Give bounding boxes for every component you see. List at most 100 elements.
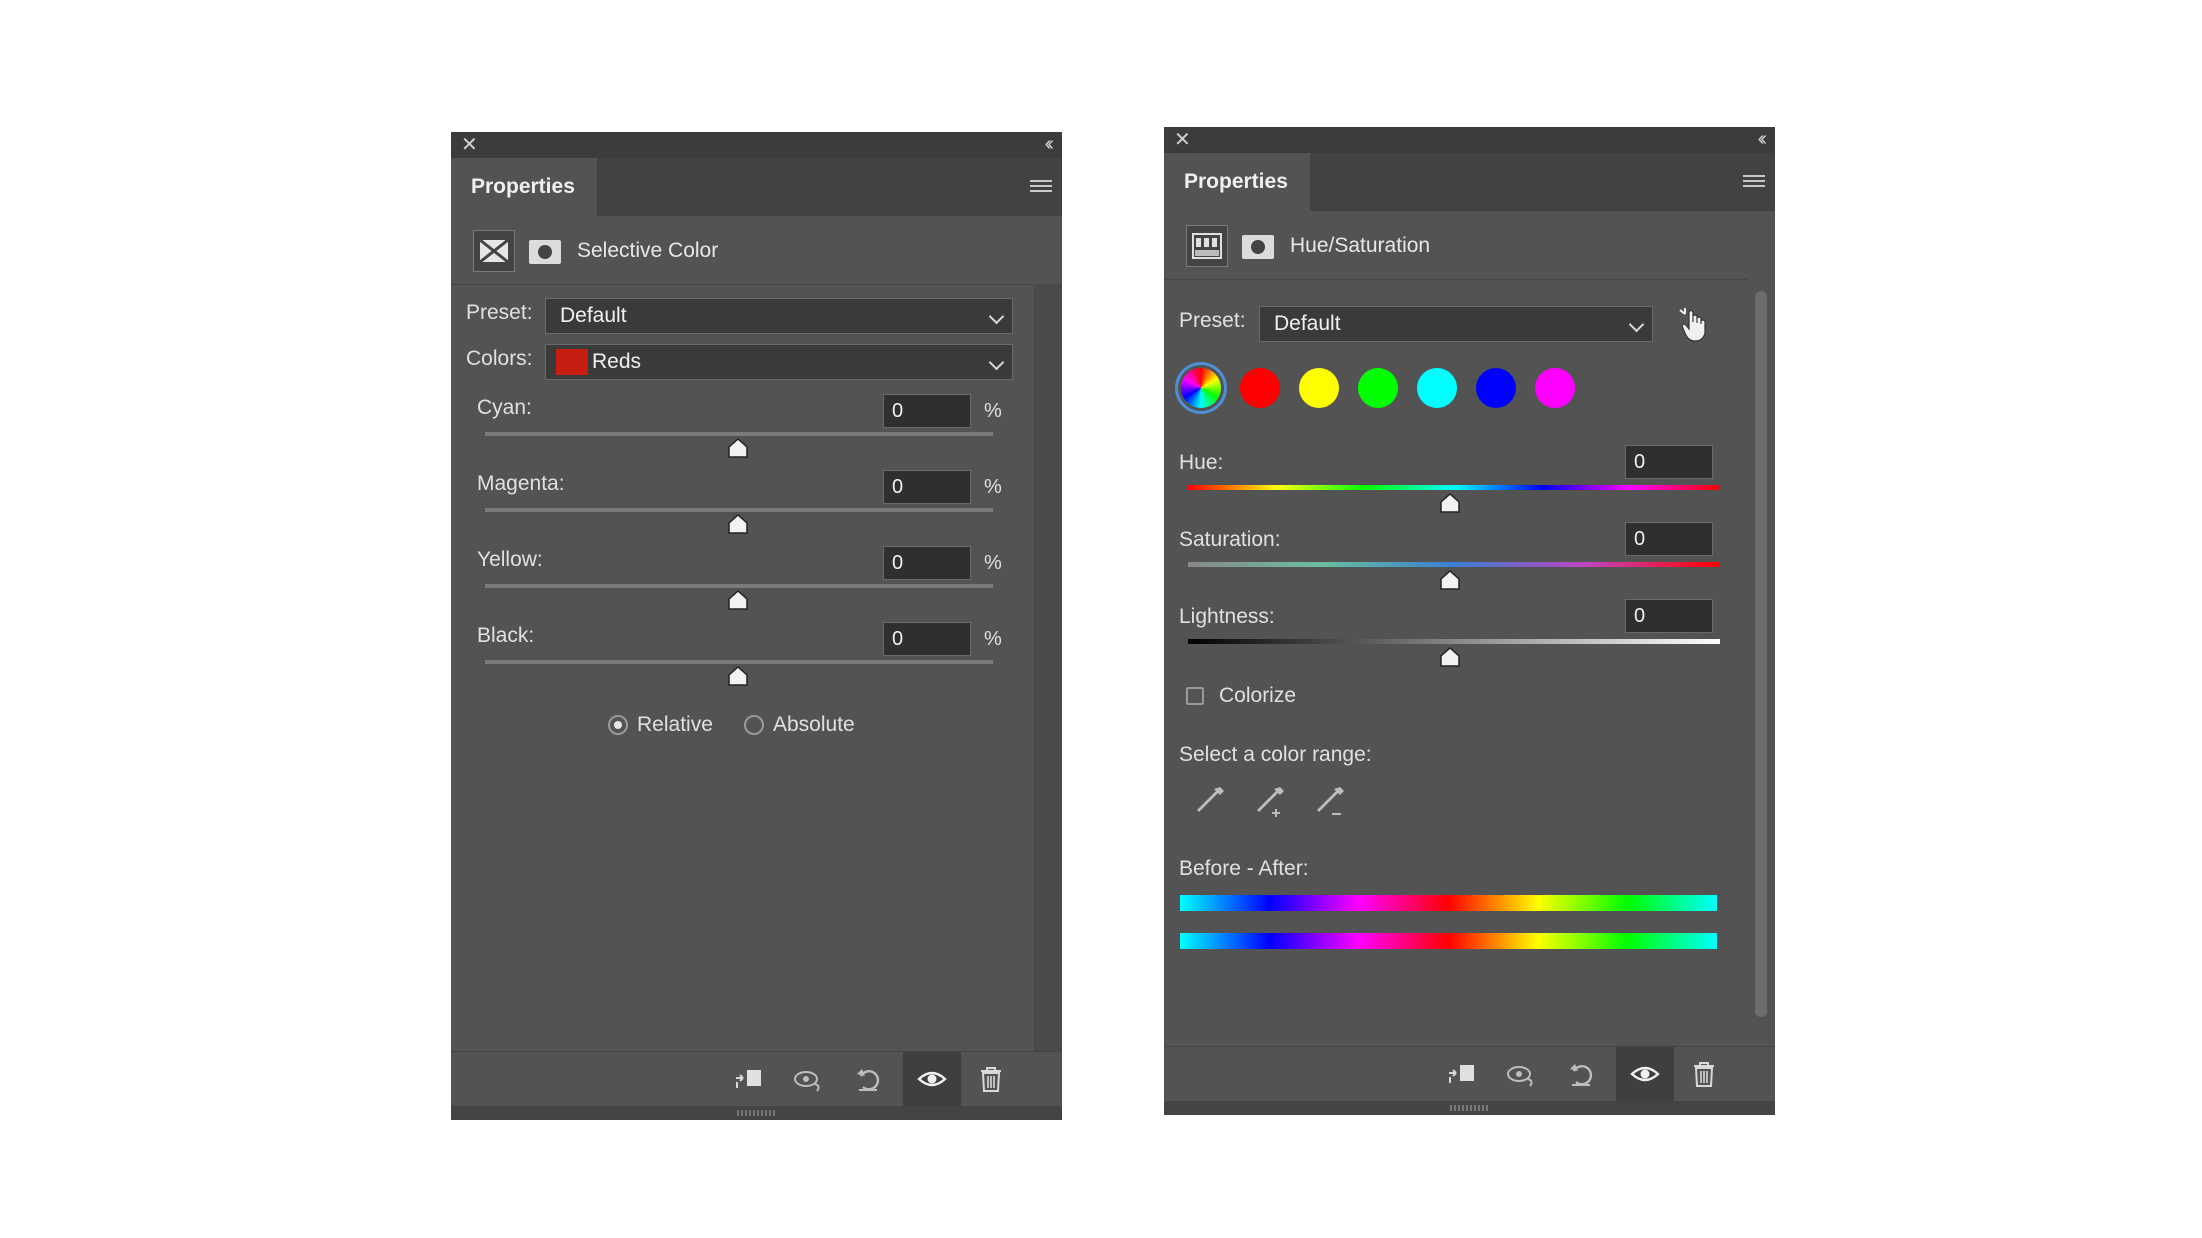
hue-label: Hue: [1179, 451, 1224, 474]
color-circle[interactable] [1299, 368, 1339, 408]
eyedropper-add-icon[interactable] [1254, 783, 1288, 819]
color-circle[interactable] [1476, 368, 1516, 408]
yellow-unit: % [984, 552, 1002, 574]
cyan-slider-thumb[interactable] [727, 438, 749, 458]
color-circle[interactable] [1417, 368, 1457, 408]
saturation-label: Saturation: [1179, 528, 1281, 551]
black-slider-thumb[interactable] [727, 666, 749, 686]
panel-menu-icon[interactable] [1743, 175, 1765, 189]
scrollbar-thumb[interactable] [1755, 291, 1767, 1017]
yellow-slider-thumb[interactable] [727, 590, 749, 610]
preset-value: Default [1274, 312, 1341, 335]
visibility-eye-icon[interactable] [1630, 1059, 1660, 1089]
color-circle[interactable] [1535, 368, 1575, 408]
tab-properties[interactable]: Properties [1164, 153, 1310, 211]
tab-row: Properties [1164, 153, 1775, 211]
magenta-input[interactable]: 0 [883, 470, 971, 504]
cyan-label: Cyan: [477, 396, 532, 419]
resize-bar[interactable] [1164, 1101, 1775, 1115]
lightness-slider-track[interactable] [1188, 639, 1720, 644]
clip-to-layer-icon[interactable] [733, 1064, 763, 1094]
yellow-input[interactable]: 0 [883, 546, 971, 580]
reset-icon[interactable] [1566, 1059, 1596, 1089]
collapse-icon[interactable]: ‹‹ [1045, 133, 1055, 155]
resize-grip-icon[interactable] [736, 1110, 777, 1116]
visibility-eye-icon[interactable] [917, 1064, 947, 1094]
color-circle[interactable] [1358, 368, 1398, 408]
trash-icon[interactable] [1689, 1059, 1719, 1089]
eyedropper-subtract-icon[interactable] [1314, 783, 1348, 819]
view-previous-state-icon[interactable] [1506, 1059, 1536, 1089]
adjustment-header: Selective Color [451, 216, 1062, 285]
colors-dropdown[interactable]: Reds [545, 344, 1013, 380]
cyan-slider-track[interactable] [485, 432, 993, 436]
panel-title-bar: ✕ ‹‹ [1164, 127, 1775, 153]
close-icon[interactable]: ✕ [1174, 129, 1191, 151]
yellow-label: Yellow: [477, 548, 543, 571]
magenta-label: Magenta: [477, 472, 565, 495]
scrollbar[interactable] [1747, 279, 1775, 1047]
preset-label: Preset: [466, 301, 533, 324]
resize-grip-icon[interactable] [1449, 1105, 1490, 1111]
properties-panel-hue-saturation: ✕ ‹‹ Properties Hue/Saturation Preset: D… [1164, 127, 1775, 1115]
hue-slider-track[interactable] [1188, 485, 1720, 490]
preset-dropdown[interactable]: Default [545, 298, 1013, 334]
preset-label: Preset: [1179, 309, 1246, 332]
magenta-unit: % [984, 476, 1002, 498]
cyan-input[interactable]: 0 [883, 394, 971, 428]
color-swatch [556, 349, 588, 376]
adjustment-title: Selective Color [577, 239, 719, 262]
selective-color-icon[interactable] [473, 230, 515, 272]
preset-value: Default [560, 304, 627, 327]
resize-bar[interactable] [451, 1106, 1062, 1120]
eyedropper-icon[interactable] [1194, 783, 1228, 819]
colorize-checkbox[interactable] [1186, 687, 1204, 705]
hue-input[interactable]: 0 [1625, 445, 1713, 479]
preset-dropdown[interactable]: Default [1259, 306, 1653, 342]
before-color-strip [1180, 895, 1717, 911]
properties-panel-selective-color: ✕ ‹‹ Properties Selective Color Preset: … [451, 132, 1062, 1120]
panel-title-bar: ✕ ‹‹ [451, 132, 1062, 158]
panel-menu-icon[interactable] [1030, 180, 1052, 194]
tab-row: Properties [451, 158, 1062, 216]
master-color-circle[interactable] [1181, 368, 1221, 408]
black-slider-track[interactable] [485, 660, 993, 664]
saturation-slider-thumb[interactable] [1439, 570, 1461, 590]
color-range-label: Select a color range: [1179, 743, 1372, 766]
cyan-unit: % [984, 400, 1002, 422]
color-circle[interactable] [1240, 368, 1280, 408]
yellow-slider-track[interactable] [485, 584, 993, 588]
absolute-radio[interactable] [744, 715, 764, 735]
adjustment-title: Hue/Saturation [1290, 234, 1431, 257]
hue-slider-thumb[interactable] [1439, 493, 1461, 513]
relative-radio[interactable] [608, 715, 628, 735]
chevron-down-icon [1628, 316, 1645, 333]
targeted-adjustment-hand-icon[interactable] [1676, 306, 1712, 344]
close-icon[interactable]: ✕ [461, 134, 478, 156]
chevron-down-icon [988, 308, 1005, 325]
layer-mask-icon[interactable] [529, 240, 561, 264]
clip-to-layer-icon[interactable] [1446, 1059, 1476, 1089]
saturation-slider-track[interactable] [1188, 562, 1720, 567]
hue-saturation-icon[interactable] [1186, 225, 1228, 267]
view-previous-state-icon[interactable] [793, 1064, 823, 1094]
layer-mask-icon[interactable] [1242, 235, 1274, 259]
trash-icon[interactable] [976, 1064, 1006, 1094]
scrollbar[interactable] [1034, 284, 1062, 1052]
lightness-input[interactable]: 0 [1625, 599, 1713, 633]
magenta-slider-thumb[interactable] [727, 514, 749, 534]
relative-label[interactable]: Relative [637, 711, 713, 739]
reset-icon[interactable] [853, 1064, 883, 1094]
collapse-icon[interactable]: ‹‹ [1758, 128, 1768, 150]
magenta-slider-track[interactable] [485, 508, 993, 512]
lightness-slider-thumb[interactable] [1439, 647, 1461, 667]
after-color-strip[interactable] [1180, 933, 1717, 949]
color-range-circles [1181, 368, 1601, 412]
absolute-label[interactable]: Absolute [773, 711, 855, 739]
black-input[interactable]: 0 [883, 622, 971, 656]
saturation-input[interactable]: 0 [1625, 522, 1713, 556]
colorize-label[interactable]: Colorize [1219, 682, 1296, 710]
colors-label: Colors: [466, 347, 533, 370]
before-after-label: Before - After: [1179, 857, 1309, 880]
tab-properties[interactable]: Properties [451, 158, 597, 216]
